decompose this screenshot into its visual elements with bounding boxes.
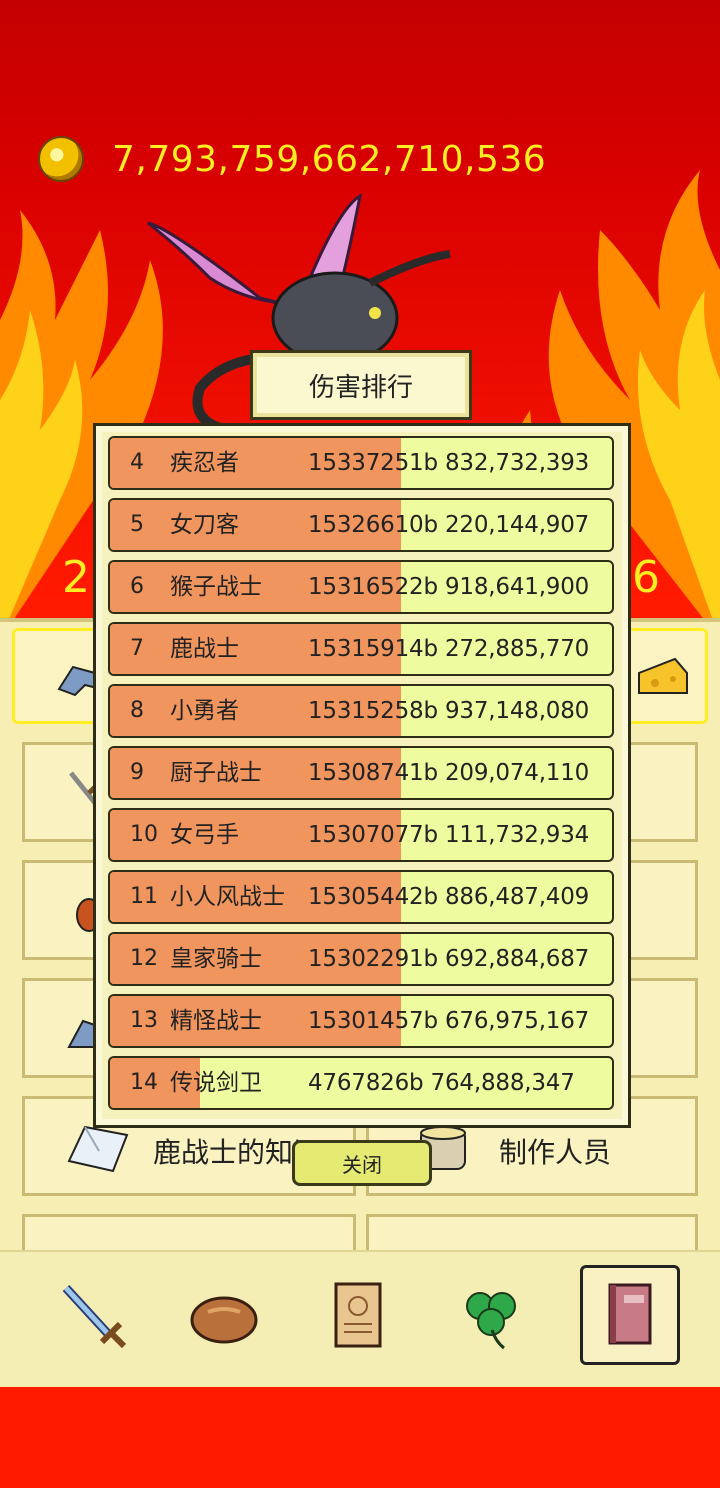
coin-amount: 7,793,759,662,710,536 (112, 138, 547, 180)
ranking-row: 6 猴子战士 15316522b 918,641,900 (108, 560, 614, 614)
ranking-row: 11 小人风战士 15305442b 886,487,409 (108, 870, 614, 924)
rank-number: 14 (130, 1070, 158, 1095)
coin-counter: 7,793,759,662,710,536 (38, 133, 546, 185)
hero-name: 小勇者 (170, 698, 239, 724)
ranking-row: 5 女刀客 15326610b 220,144,907 (108, 498, 614, 552)
damage-value: 15315914b 272,885,770 (308, 636, 590, 662)
damage-value: 15337251b 832,732,393 (308, 450, 590, 476)
ranking-row: 14 传说剑卫 4767826b 764,888,347 (108, 1056, 614, 1110)
ranking-row: 9 厨子战士 15308741b 209,074,110 (108, 746, 614, 800)
damage-ranking-dialog: 4 疾忍者 15337251b 832,732,393 5 女刀客 15326610b 2… (93, 423, 631, 1128)
ranking-row: 12 皇家骑士 15302291b 692,884,687 (108, 932, 614, 986)
ranking-list[interactable]: 4 疾忍者 15337251b 832,732,393 5 女刀客 15326610b 2… (108, 436, 616, 1118)
rank-number: 11 (130, 884, 158, 909)
hero-name: 鹿战士 (170, 636, 239, 662)
hero-name: 厨子战士 (170, 760, 262, 786)
ranking-row: 10 女弓手 15307077b 111,732,934 (108, 808, 614, 862)
hero-name: 猴子战士 (170, 574, 262, 600)
damage-value: 15305442b 886,487,409 (308, 884, 590, 910)
rank-number: 9 (130, 760, 144, 785)
dps-counter-right: 6 (632, 552, 660, 603)
rank-number: 13 (130, 1008, 158, 1033)
damage-value: 15302291b 692,884,687 (308, 946, 590, 972)
coin-icon (38, 136, 84, 182)
scroll-icon (334, 1282, 382, 1348)
close-button[interactable]: 关闭 (292, 1140, 432, 1186)
book-icon (608, 1283, 652, 1345)
damage-value: 4767826b 764,888,347 (308, 1070, 575, 1096)
rank-number: 6 (130, 574, 144, 599)
hero-name: 小人风战士 (170, 884, 285, 910)
ranking-row: 7 鹿战士 15315914b 272,885,770 (108, 622, 614, 676)
sword-icon (62, 1284, 127, 1349)
damage-value: 15315258b 937,148,080 (308, 698, 590, 724)
nav-bread-button[interactable] (176, 1268, 272, 1364)
damage-value: 15316522b 918,641,900 (308, 574, 590, 600)
nav-scroll-button[interactable] (310, 1268, 406, 1364)
open-book-icon (67, 1125, 129, 1173)
clover-icon (466, 1292, 516, 1350)
ranking-row: 13 精怪战士 15301457b 676,975,167 (108, 994, 614, 1048)
ranking-title: 伤害排行 (250, 350, 472, 420)
credits-label: 制作人员 (499, 1136, 612, 1169)
rank-number: 12 (130, 946, 158, 971)
nav-clover-button[interactable] (444, 1268, 540, 1364)
ranking-row: 4 疾忍者 15337251b 832,732,393 (108, 436, 614, 490)
rank-number: 10 (130, 822, 158, 847)
rank-number: 5 (130, 512, 144, 537)
ranking-row: 8 小勇者 15315258b 937,148,080 (108, 684, 614, 738)
hero-name: 传说剑卫 (170, 1070, 262, 1096)
hero-name: 女弓手 (170, 822, 239, 848)
hero-name: 女刀客 (170, 512, 239, 538)
bread-icon (190, 1296, 258, 1344)
damage-value: 15308741b 209,074,110 (308, 760, 590, 786)
nav-sword-button[interactable] (44, 1268, 140, 1364)
cheese-icon (638, 657, 688, 694)
hero-name: 疾忍者 (170, 450, 239, 476)
damage-value: 15301457b 676,975,167 (308, 1008, 590, 1034)
damage-value: 15326610b 220,144,907 (308, 512, 590, 538)
rank-number: 8 (130, 698, 144, 723)
rank-number: 7 (130, 636, 144, 661)
damage-value: 15307077b 111,732,934 (308, 822, 590, 848)
rank-number: 4 (130, 450, 144, 475)
nav-book-button[interactable] (580, 1265, 680, 1365)
hero-name: 精怪战士 (170, 1008, 262, 1034)
hero-name: 皇家骑士 (170, 946, 262, 972)
